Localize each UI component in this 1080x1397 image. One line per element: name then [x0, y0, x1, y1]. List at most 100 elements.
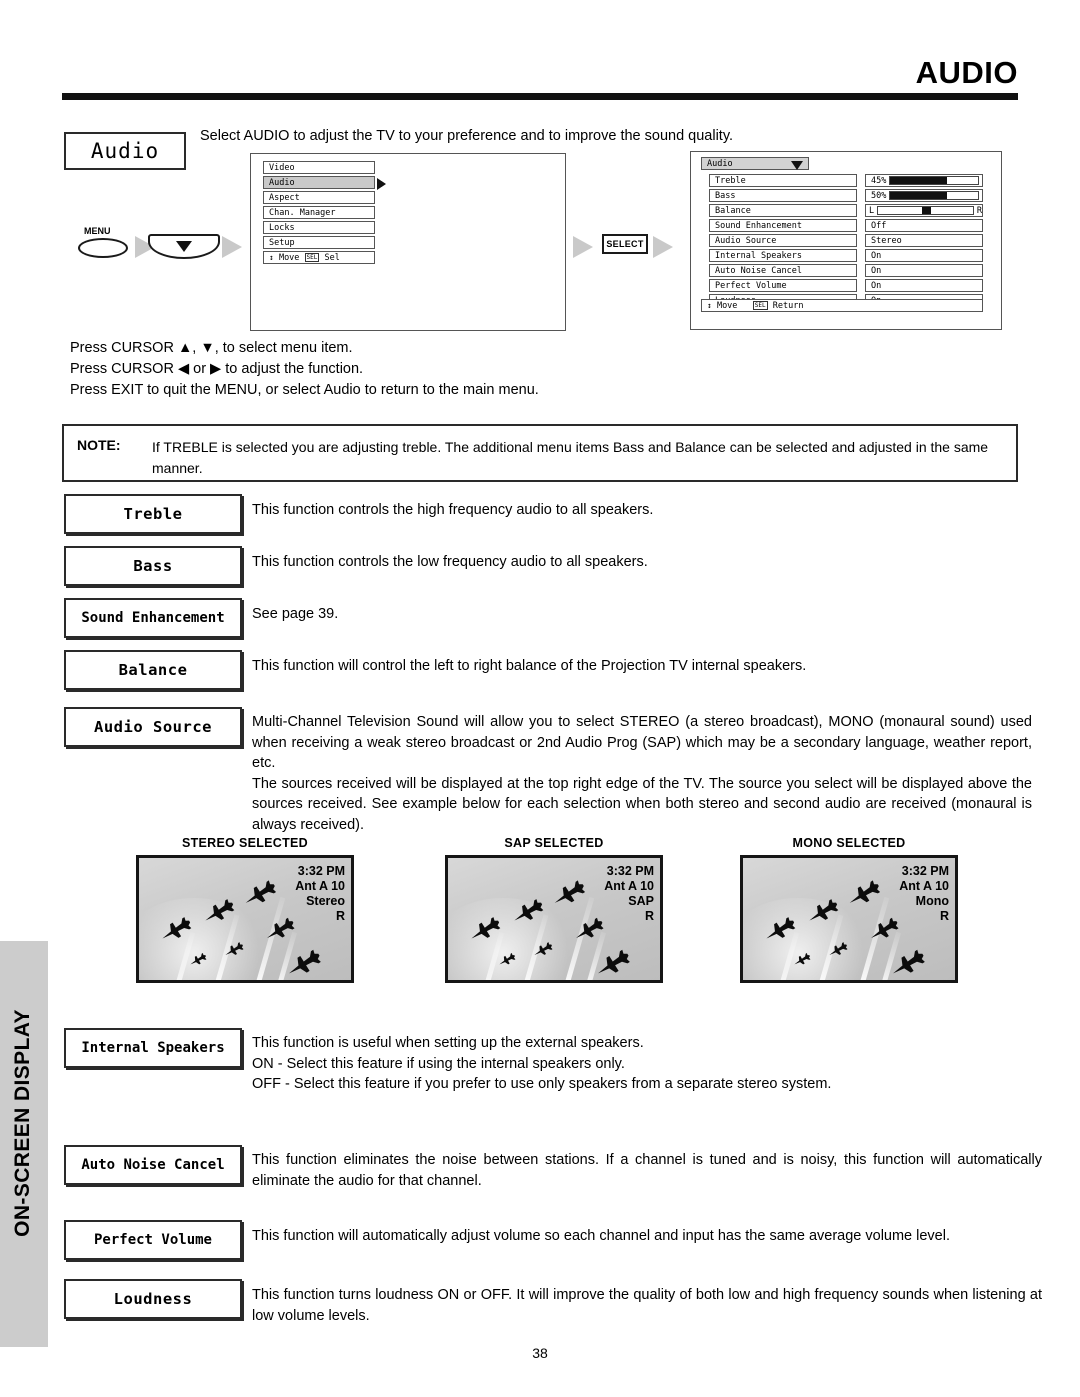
function-chip: Balance [64, 650, 242, 690]
osd-balance-left-label: L [869, 205, 875, 216]
function-description-paragraph: This function turns loudness ON or OFF. … [252, 1287, 1042, 1324]
tv-example-caption: STEREO SELECTED [181, 836, 309, 850]
menu-button-label: MENU [84, 226, 111, 236]
audio-section-chip: Audio [64, 132, 186, 170]
menu-button[interactable] [78, 238, 128, 258]
tv-osd-indicator: R [644, 909, 654, 923]
function-description-paragraph: This function is useful when setting up … [252, 1035, 644, 1051]
osd-balance-knob[interactable] [921, 207, 931, 214]
osd-audio-item-name[interactable]: Audio Source [709, 234, 857, 247]
jet-silhouette-icon [843, 876, 884, 913]
osd-audio-item-value[interactable]: LR [865, 204, 983, 217]
function-description: See page 39. [252, 604, 1012, 625]
function-description: This function controls the low frequency… [252, 552, 1012, 573]
function-description-paragraph: See page 39. [252, 606, 339, 622]
tv-osd-time: 3:32 PM [901, 864, 949, 878]
cursor-instruction-line: Press CURSOR ▲, ▼, to select menu item. [70, 340, 353, 356]
osd-main-menu-item[interactable]: Chan. Manager [263, 206, 375, 219]
tv-screen: 3:32 PM Ant A 10 Stereo R [136, 855, 354, 983]
cursor-instruction-line: Press EXIT to quit the MENU, or select A… [70, 382, 539, 398]
osd-audio-item-name[interactable]: Bass [709, 189, 857, 202]
function-description: This function will control the left to r… [252, 656, 1042, 677]
function-description: This function eliminates the noise betwe… [252, 1150, 1042, 1191]
flow-arrow-icon [222, 236, 242, 258]
function-chip: Internal Speakers [64, 1028, 242, 1068]
tv-example: STEREO SELECTED 3:32 PM Ant A 10 Stereo R [136, 836, 354, 983]
sel-key-icon: SEL [752, 301, 768, 310]
osd-balance-track[interactable] [877, 206, 974, 215]
function-chip: Loudness [64, 1279, 242, 1319]
function-chip: Bass [64, 546, 242, 586]
osd-audio-item-name[interactable]: Perfect Volume [709, 279, 857, 292]
osd-main-menu-item[interactable]: Locks [263, 221, 375, 234]
sidebar-label: ON-SCREEN DISPLAY [11, 1009, 34, 1237]
osd-bar-value: 50% [871, 190, 887, 201]
osd-audio-item-name[interactable]: Balance [709, 204, 857, 217]
function-description-paragraph: Multi-Channel Television Sound will allo… [252, 714, 1032, 771]
function-description: This function turns loudness ON or OFF. … [252, 1285, 1042, 1326]
function-description-paragraph: This function will automatically adjust … [252, 1228, 950, 1244]
intro-text: Select AUDIO to adjust the TV to your pr… [200, 128, 734, 144]
tv-osd-channel: Ant A 10 [295, 879, 345, 893]
osd-audio-menu-footer: ↕ Move SEL Return [701, 299, 983, 314]
cursor-instructions: Press CURSOR ▲, ▼, to select menu item. … [70, 338, 920, 401]
osd-audio-item-value[interactable]: 50% [865, 189, 983, 202]
note-label: NOTE: [77, 437, 121, 453]
osd-audio-item-value[interactable]: Off [865, 219, 983, 232]
osd-main-menu-item[interactable]: Setup [263, 236, 375, 249]
osd-bar-value: 45% [871, 175, 887, 186]
tv-osd-overlay: 3:32 PM Ant A 10 Stereo R [295, 864, 345, 924]
tv-osd-time: 3:32 PM [297, 864, 345, 878]
tv-osd-source: Mono [915, 894, 949, 908]
osd-bar-fill [890, 177, 948, 184]
osd-audio-item-value[interactable]: On [865, 249, 983, 262]
cursor-down-pad[interactable] [148, 234, 220, 259]
osd-audio-item-value[interactable]: Stereo [865, 234, 983, 247]
tv-screen: 3:32 PM Ant A 10 SAP R [445, 855, 663, 983]
header-divider [62, 93, 1018, 100]
osd-audio-item-name[interactable]: Sound Enhancement [709, 219, 857, 232]
tv-osd-channel: Ant A 10 [604, 879, 654, 893]
page-title: AUDIO [915, 55, 1018, 90]
tv-example: MONO SELECTED 3:32 PM Ant A 10 Mono R [740, 836, 958, 983]
flow-arrow-icon [653, 236, 673, 258]
note-text: If TREBLE is selected you are adjusting … [152, 439, 989, 476]
chevron-down-icon [791, 161, 803, 170]
osd-audio-item-name[interactable]: Auto Noise Cancel [709, 264, 857, 277]
osd-audio-item-value[interactable]: On [865, 264, 983, 277]
tv-osd-overlay: 3:32 PM Ant A 10 Mono R [899, 864, 949, 924]
osd-audio-menu-panel: Audio Treble Bass Balance Sound Enhancement… [690, 151, 1002, 330]
select-button[interactable]: SELECT [602, 234, 648, 254]
function-description: This function is useful when setting up … [252, 1033, 1042, 1095]
function-description-paragraph: OFF - Select this feature if you prefer … [252, 1076, 832, 1092]
function-description: This function controls the high frequenc… [252, 500, 1012, 521]
osd-audio-item-value[interactable]: On [865, 279, 983, 292]
osd-bar-track[interactable] [889, 191, 979, 200]
tv-example-caption: MONO SELECTED [792, 836, 906, 850]
flow-arrow-icon [573, 236, 593, 258]
function-description-paragraph: This function controls the low frequency… [252, 554, 648, 570]
osd-bar-track[interactable] [889, 176, 979, 185]
tv-osd-time: 3:32 PM [606, 864, 654, 878]
function-description: Multi-Channel Television Sound will allo… [252, 712, 1032, 835]
osd-audio-item-value[interactable]: 45% [865, 174, 983, 187]
tv-screen: 3:32 PM Ant A 10 Mono R [740, 855, 958, 983]
menu-pointer-icon [377, 178, 386, 190]
osd-main-menu-item[interactable]: Video [263, 161, 375, 174]
section-sidebar: ON-SCREEN DISPLAY [0, 941, 48, 1347]
tv-osd-indicator: R [335, 909, 345, 923]
function-chip: Perfect Volume [64, 1220, 242, 1260]
osd-main-menu-item[interactable]: Audio [263, 176, 375, 189]
osd-main-menu-item[interactable]: Aspect [263, 191, 375, 204]
tv-osd-indicator: R [939, 909, 949, 923]
osd-audio-item-name[interactable]: Treble [709, 174, 857, 187]
function-chip: Sound Enhancement [64, 598, 242, 638]
tv-osd-channel: Ant A 10 [899, 879, 949, 893]
osd-audio-menu-hint: ↕ Move SEL Return [701, 299, 983, 312]
tv-osd-source: Stereo [306, 894, 345, 908]
function-description-paragraph: This function eliminates the noise betwe… [252, 1152, 1042, 1189]
note-box: NOTE: If TREBLE is selected you are adju… [62, 424, 1018, 482]
osd-audio-item-name[interactable]: Internal Speakers [709, 249, 857, 262]
osd-audio-item-names: Treble Bass Balance Sound Enhancement Audio … [709, 174, 857, 309]
osd-bar-fill [890, 192, 948, 199]
